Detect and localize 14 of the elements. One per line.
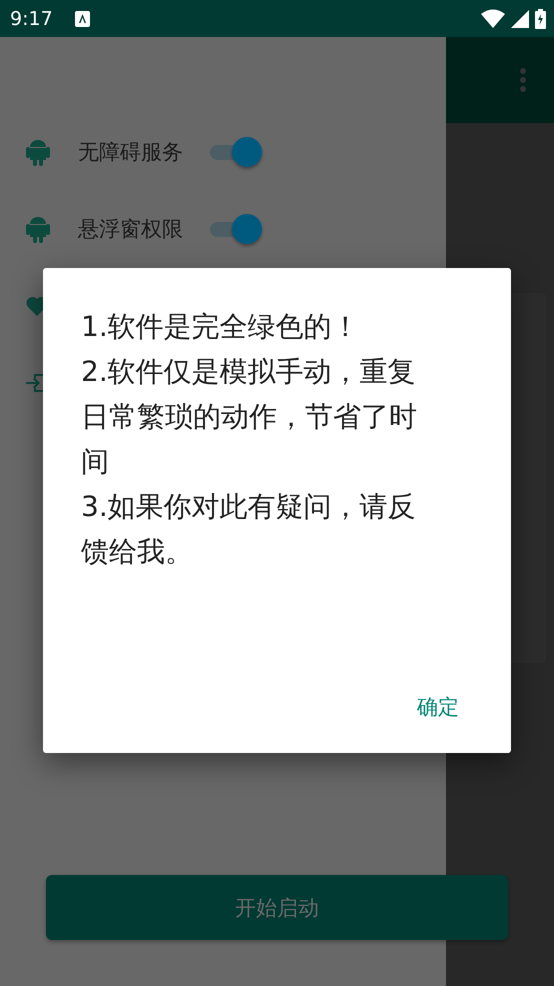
menu-item-label: 悬浮窗权限 xyxy=(78,216,184,242)
android-icon xyxy=(26,138,50,166)
signal-icon xyxy=(511,10,529,28)
confirm-button[interactable]: 确定 xyxy=(403,685,473,729)
notification-icon xyxy=(74,10,90,26)
wifi-icon xyxy=(481,9,505,28)
menu-item-label: 无障碍服务 xyxy=(78,138,184,166)
clock: 9:17 xyxy=(10,8,53,30)
battery-icon xyxy=(535,8,546,28)
toggle-switch[interactable] xyxy=(210,136,262,166)
overflow-menu-icon[interactable] xyxy=(520,68,526,92)
android-icon xyxy=(26,214,50,242)
dialog-message: 1.软件是完全绿色的！ 2.软件仅是模拟手动，重复日常繁琐的动作，节省了时间 3.如果你对此有疑问，请反馈给我。 xyxy=(81,309,418,570)
toggle-switch[interactable] xyxy=(210,214,262,244)
